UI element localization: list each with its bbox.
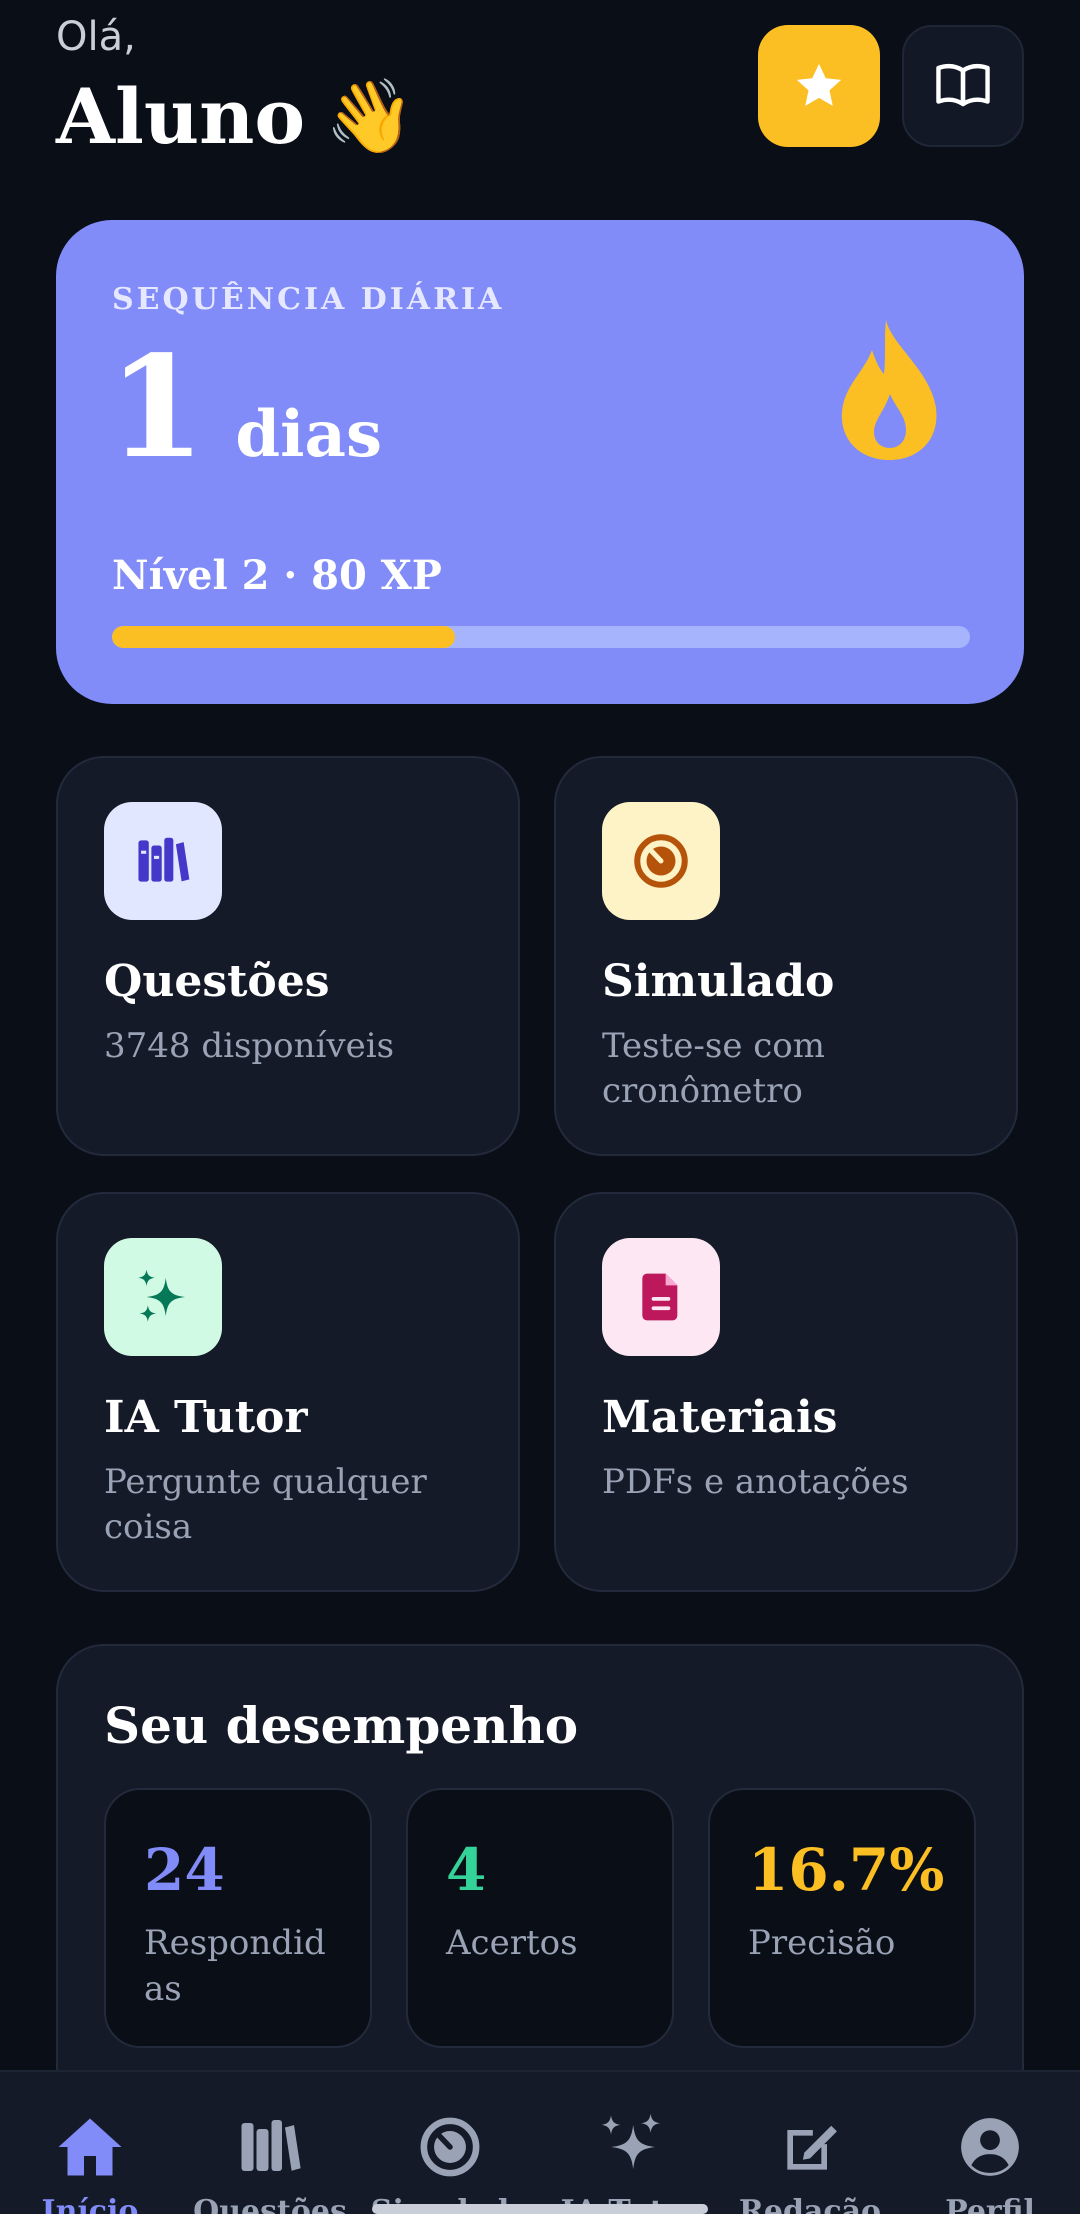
stat-correct: 4 Acertos <box>406 1788 674 2048</box>
wave-emoji: 👋 <box>325 74 415 158</box>
nav-label: Perfil <box>945 2194 1035 2214</box>
stat-label: Acertos <box>446 1923 578 1963</box>
streak-label: SEQUÊNCIA DIÁRIA <box>112 282 505 317</box>
nav-item-ia-tutor[interactable]: IA Tutor <box>540 2110 720 2214</box>
tile-subtitle: Teste-se com cronômetro <box>602 1026 826 1111</box>
xp-progress-bar <box>112 626 970 648</box>
tile-icon-box <box>104 1238 222 1356</box>
nav-label: Início <box>41 2194 139 2214</box>
timer-icon <box>420 2117 480 2177</box>
streak-unit: dias <box>235 397 382 472</box>
tile-icon-box <box>602 1238 720 1356</box>
tile-subtitle: 3748 disponíveis <box>104 1026 395 1066</box>
streak-card[interactable]: SEQUÊNCIA DIÁRIA 1 dias Nível 2 · 80 XP <box>56 220 1024 704</box>
nav-item-questoes[interactable]: Questões <box>180 2110 360 2214</box>
home-icon <box>58 2118 122 2176</box>
greeting-text: Olá, <box>56 14 136 60</box>
stat-label: Respondidas <box>144 1923 326 2009</box>
streak-count: 1 dias <box>108 338 382 478</box>
tile-icon-box <box>104 802 222 920</box>
home-indicator <box>372 2204 708 2214</box>
nav-item-simulado[interactable]: Simulado <box>360 2110 540 2214</box>
document-icon <box>642 1273 678 1321</box>
books-icon <box>138 837 190 882</box>
tile-ia-tutor[interactable]: IA Tutor Pergunte qualquer coisa <box>56 1192 520 1592</box>
tile-simulado[interactable]: Simulado Teste-se com cronômetro <box>554 756 1018 1156</box>
sparkles-icon <box>138 1269 185 1322</box>
stat-value: 4 <box>446 1836 487 1904</box>
favorites-button[interactable] <box>758 25 880 147</box>
nav-item-perfil[interactable]: Perfil <box>900 2110 1080 2214</box>
stat-value: 24 <box>144 1836 225 1904</box>
nav-label: Redação <box>738 2194 882 2214</box>
star-icon <box>796 63 842 106</box>
nav-label: Questões <box>193 2194 347 2214</box>
user-name: Aluno <box>56 72 306 161</box>
tile-title: Questões <box>104 956 330 1007</box>
stat-label: Precisão <box>748 1923 896 1963</box>
sparkles-icon <box>601 2113 661 2170</box>
flame-icon <box>841 320 937 460</box>
library-button[interactable] <box>902 25 1024 147</box>
timer-icon <box>634 834 688 888</box>
xp-progress-fill <box>112 626 456 648</box>
tile-title: IA Tutor <box>104 1392 308 1443</box>
nav-item-inicio[interactable]: Início <box>0 2110 180 2214</box>
performance-title: Seu desempenho <box>104 1696 579 1755</box>
tile-subtitle: PDFs e anotações <box>602 1462 909 1502</box>
books-icon <box>241 2120 301 2171</box>
stat-answered: 24 Respondidas <box>104 1788 372 2048</box>
tile-subtitle: Pergunte qualquer coisa <box>104 1462 427 1547</box>
edit-icon <box>787 2125 837 2170</box>
user-name-heading: Aluno 👋 <box>56 72 415 161</box>
bottom-navigation: Início Questões Simulado <box>0 2070 1080 2214</box>
tile-title: Materiais <box>602 1392 838 1443</box>
stat-value: 16.7% <box>748 1836 945 1904</box>
tile-questoes[interactable]: Questões 3748 disponíveis <box>56 756 520 1156</box>
stat-precision: 16.7% Precisão <box>708 1788 976 2048</box>
book-open-icon <box>936 64 990 107</box>
nav-item-redacao[interactable]: Redação <box>720 2110 900 2214</box>
tile-materiais[interactable]: Materiais PDFs e anotações <box>554 1192 1018 1592</box>
streak-number: 1 <box>108 326 206 490</box>
tile-title: Simulado <box>602 956 835 1007</box>
profile-icon <box>961 2118 1019 2176</box>
tile-icon-box <box>602 802 720 920</box>
level-xp-text: Nível 2 · 80 XP <box>112 552 442 599</box>
